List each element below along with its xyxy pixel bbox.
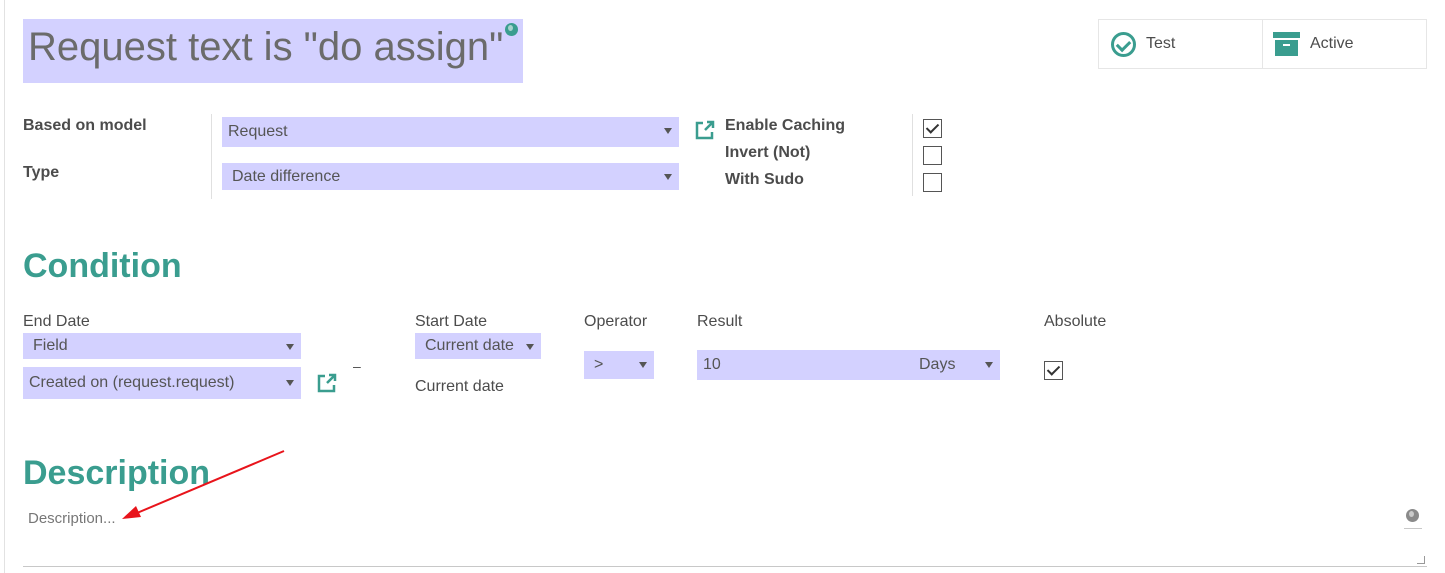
date-separator: –	[353, 358, 361, 374]
condition-heading: Condition	[23, 247, 182, 285]
chevron-down-icon	[985, 362, 993, 368]
result-value: 10	[703, 356, 721, 373]
translate-globe-icon[interactable]	[505, 23, 518, 36]
active-toggle-button[interactable]: Active	[1262, 20, 1426, 68]
external-link-icon[interactable]	[316, 372, 338, 394]
type-label: Type	[23, 164, 60, 181]
invert-label: Invert (Not)	[725, 144, 811, 161]
start-date-type-select[interactable]: Current date	[415, 333, 541, 359]
active-button-label: Active	[1310, 35, 1354, 52]
description-textarea[interactable]: Description...	[23, 505, 1427, 567]
absolute-checkbox[interactable]	[1044, 361, 1063, 380]
operator-label: Operator	[584, 313, 648, 330]
with-sudo-label: With Sudo	[725, 171, 804, 188]
checkbox-divider	[912, 114, 913, 196]
resize-handle-icon[interactable]	[1417, 556, 1425, 564]
smart-buttons: Test Active	[1098, 19, 1427, 69]
result-unit-select[interactable]: Days	[909, 350, 1000, 380]
based-on-model-label: Based on model	[23, 117, 147, 134]
result-input[interactable]: 10	[697, 350, 909, 380]
enable-caching-label: Enable Caching	[725, 117, 846, 134]
check-circle-icon	[1111, 31, 1136, 57]
left-border	[4, 0, 5, 573]
chevron-down-icon	[286, 380, 294, 386]
with-sudo-checkbox[interactable]	[923, 173, 942, 192]
end-date-type-value: Field	[33, 337, 68, 354]
absolute-label: Absolute	[1044, 313, 1107, 330]
operator-value: >	[594, 356, 604, 373]
start-date-value: Current date	[415, 378, 504, 395]
end-date-label: End Date	[23, 313, 90, 330]
based-on-model-select[interactable]: Request	[222, 117, 679, 147]
record-title[interactable]: Request text is "do assign"	[28, 25, 503, 70]
start-date-type-value: Current date	[425, 337, 514, 354]
end-date-field-value: Created on (request.request)	[29, 374, 235, 391]
result-label: Result	[697, 313, 743, 330]
chevron-down-icon	[664, 174, 672, 180]
test-button-label: Test	[1146, 35, 1176, 52]
description-placeholder: Description...	[28, 510, 116, 527]
end-date-type-select[interactable]: Field	[23, 333, 301, 359]
chevron-down-icon	[664, 128, 672, 134]
enable-caching-checkbox[interactable]	[923, 119, 942, 138]
chevron-down-icon	[286, 344, 294, 350]
globe-underline	[1404, 528, 1422, 529]
translate-globe-icon[interactable]	[1406, 509, 1419, 522]
type-select[interactable]: Date difference	[222, 163, 679, 190]
label-divider	[211, 114, 212, 199]
operator-select[interactable]: >	[584, 351, 654, 379]
based-on-model-value: Request	[228, 123, 288, 140]
end-date-field-select[interactable]: Created on (request.request)	[23, 367, 301, 399]
chevron-down-icon	[639, 362, 647, 368]
start-date-label: Start Date	[415, 313, 488, 330]
result-unit-value: Days	[919, 356, 956, 373]
annotation-arrow	[122, 450, 285, 519]
type-value: Date difference	[232, 167, 341, 185]
invert-checkbox[interactable]	[923, 146, 942, 165]
chevron-down-icon	[526, 344, 534, 350]
archive-icon	[1273, 32, 1300, 56]
test-button[interactable]: Test	[1099, 20, 1262, 68]
description-heading: Description	[23, 454, 211, 492]
external-link-icon[interactable]	[694, 119, 716, 141]
